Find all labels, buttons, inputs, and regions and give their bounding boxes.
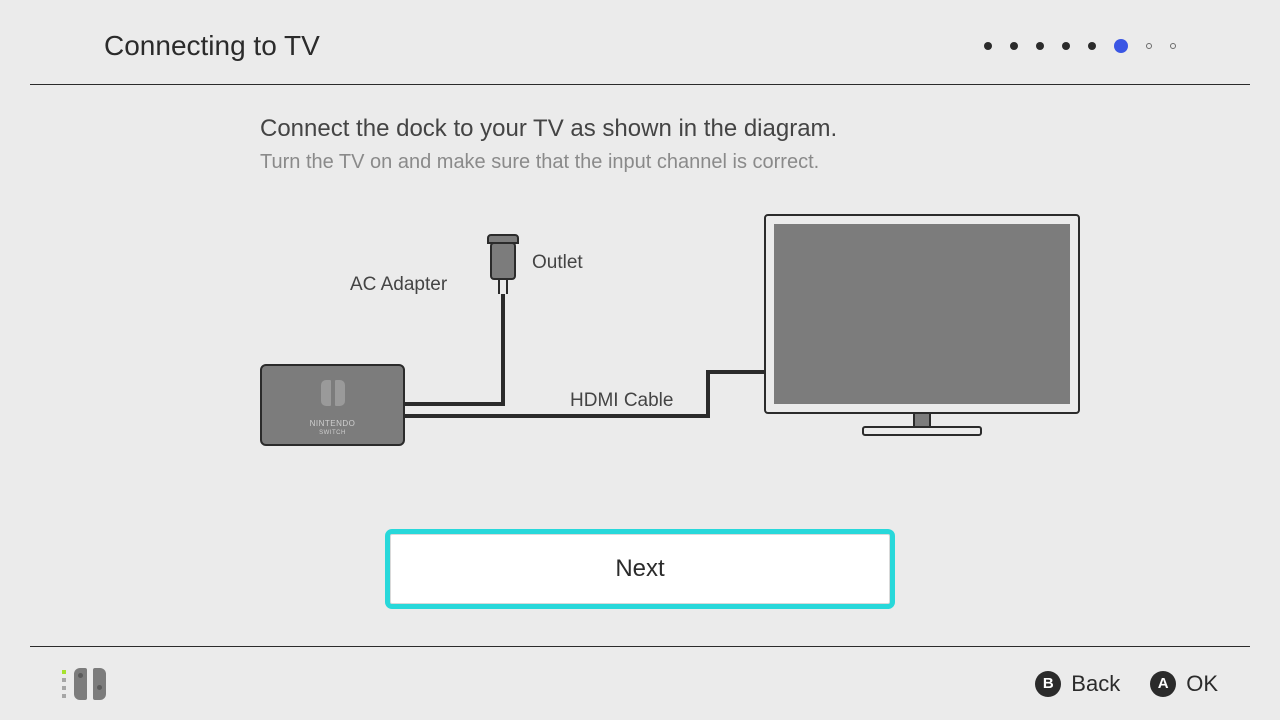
progress-dot [1062, 42, 1070, 50]
dock-icon: NINTENDO SWITCH [260, 364, 405, 446]
hdmi-cable-icon [710, 370, 764, 374]
progress-indicator [984, 39, 1176, 53]
progress-dot [1036, 42, 1044, 50]
progress-dot [1170, 43, 1176, 49]
hdmi-cable-icon [706, 370, 710, 418]
ok-hint-label: OK [1186, 671, 1218, 697]
progress-dot [1010, 42, 1018, 50]
back-hint: B Back [1035, 671, 1120, 697]
ok-hint: A OK [1150, 671, 1218, 697]
tv-screen-icon [774, 224, 1070, 404]
page-title: Connecting to TV [104, 30, 320, 62]
tv-icon [764, 214, 1080, 448]
progress-dot [984, 42, 992, 50]
connection-diagram: NINTENDO SWITCH Outlet AC Adapter HDMI C… [260, 214, 1080, 494]
hdmi-cable-icon [405, 414, 710, 418]
joycon-right-icon [93, 668, 106, 700]
button-hints: B Back A OK [1035, 671, 1218, 697]
ac-plug-prong-icon [498, 280, 508, 294]
header: Connecting to TV [30, 0, 1250, 85]
back-hint-label: Back [1071, 671, 1120, 697]
ac-cable-icon [501, 294, 505, 406]
dock-brand-top: NINTENDO [262, 419, 403, 428]
outlet-label: Outlet [532, 252, 583, 274]
progress-dot [1088, 42, 1096, 50]
joycon-left-icon [74, 668, 87, 700]
ac-adapter-label: AC Adapter [350, 274, 447, 296]
ac-cable-icon [405, 402, 505, 406]
hdmi-cable-label: HDMI Cable [570, 390, 673, 412]
tv-frame-icon [764, 214, 1080, 414]
ac-plug-icon [490, 242, 516, 280]
footer: B Back A OK [30, 646, 1250, 720]
a-button-icon: A [1150, 671, 1176, 697]
instruction-headline: Connect the dock to your TV as shown in … [260, 115, 1020, 143]
b-button-icon: B [1035, 671, 1061, 697]
switch-logo-icon [262, 380, 403, 406]
progress-dot-current [1114, 39, 1128, 53]
tv-stand-base-icon [862, 426, 982, 436]
progress-dot [1146, 43, 1152, 49]
controller-status-icon [62, 668, 106, 700]
dock-brand-bottom: SWITCH [262, 430, 403, 436]
tv-stand-neck-icon [913, 414, 931, 426]
content: Connect the dock to your TV as shown in … [0, 85, 1280, 604]
instruction-subtext: Turn the TV on and make sure that the in… [260, 151, 1020, 174]
player-led-icon [62, 670, 66, 698]
next-button[interactable]: Next [390, 534, 890, 604]
